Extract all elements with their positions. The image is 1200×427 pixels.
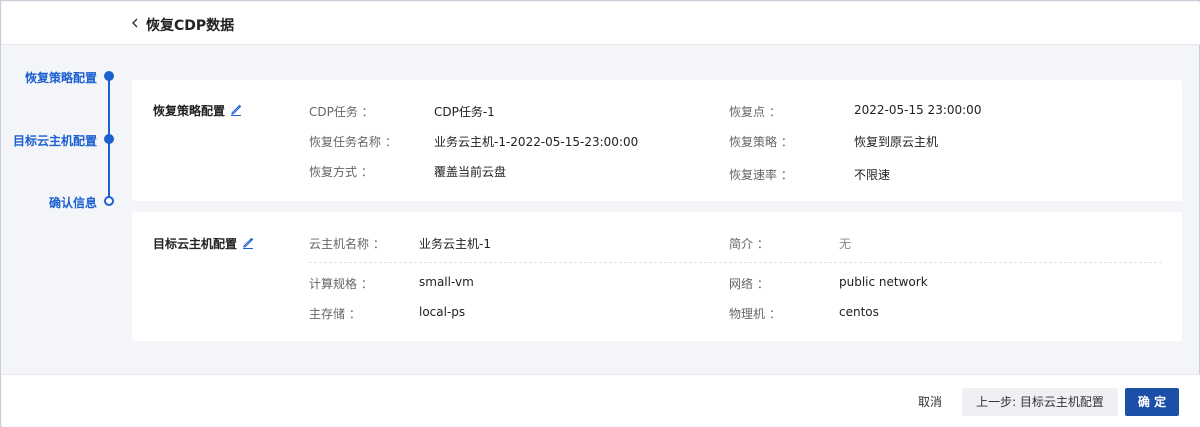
network-label: 网络 ： (729, 277, 769, 291)
spec-label: 计算规格 ： (309, 277, 373, 291)
rate-value: 不限速 (854, 168, 891, 182)
target-card: 目标云主机配置 云主机名称 ： 业务云主机-1 简介 ： 无 计算规格 ： sm… (132, 212, 1182, 341)
step-label-policy[interactable]: 恢复策略配置 (25, 69, 97, 86)
cancel-button[interactable]: 取消 (907, 388, 953, 416)
mode-label: 恢复方式 ： (309, 165, 373, 179)
target-card-title: 目标云主机配置 (153, 235, 254, 252)
target-card-title-text: 目标云主机配置 (153, 237, 238, 251)
chevron-left-icon[interactable] (129, 16, 141, 30)
vm-name-label: 云主机名称 ： (309, 237, 385, 251)
previous-step-button[interactable]: 上一步: 目标云主机配置 (962, 388, 1118, 416)
page-footer: 取消 上一步: 目标云主机配置 确 定 (2, 374, 1200, 427)
strategy-value: 恢复到原云主机 (854, 135, 939, 149)
vm-name-value: 业务云主机-1 (419, 237, 491, 251)
cdp-task-value: CDP任务-1 (434, 105, 495, 119)
desc-label: 简介 ： (729, 237, 769, 251)
strategy-label: 恢复策略 ： (729, 135, 793, 149)
step-dot-target[interactable] (104, 134, 114, 144)
step-dot-confirm[interactable] (104, 196, 114, 206)
task-name-value: 业务云主机-1-2022-05-15-23:00:00 (434, 135, 639, 149)
host-label: 物理机 ： (729, 307, 781, 321)
page-title: 恢复CDP数据 (146, 18, 235, 34)
task-name-label: 恢复任务名称 ： (309, 135, 397, 149)
policy-card-title-text: 恢复策略配置 (153, 104, 226, 118)
spec-value: small-vm (419, 275, 474, 289)
storage-label: 主存储 ： (309, 307, 361, 321)
step-dot-policy[interactable] (104, 71, 114, 81)
wizard-stepper: 恢复策略配置 目标云主机配置 确认信息 (1, 45, 131, 375)
network-value: public network (839, 275, 928, 289)
confirm-button[interactable]: 确 定 (1125, 388, 1179, 416)
host-value: centos (839, 305, 879, 319)
mode-value: 覆盖当前云盘 (434, 165, 507, 179)
storage-value: local-ps (419, 305, 466, 319)
step-label-confirm[interactable]: 确认信息 (49, 194, 97, 211)
policy-card: 恢复策略配置 CDP任务 ： CDP任务-1 恢复点 ： 2022-05-15 … (132, 80, 1182, 201)
rate-label: 恢复速率 ： (729, 168, 793, 182)
policy-card-title: 恢复策略配置 (153, 102, 242, 119)
restore-point-label: 恢复点 ： (729, 105, 781, 119)
restore-point-value: 2022-05-15 23:00:00 (854, 103, 982, 117)
edit-pencil-icon[interactable] (230, 104, 242, 116)
row-divider (309, 262, 1162, 263)
desc-value: 无 (839, 237, 852, 251)
app-frame: 恢复CDP数据 恢复策略配置 目标云主机配置 确认信息 恢复策略配置 CDP任务… (0, 0, 1200, 427)
step-label-target[interactable]: 目标云主机配置 (13, 132, 97, 149)
page-header: 恢复CDP数据 (2, 2, 1200, 45)
edit-pencil-icon[interactable] (242, 237, 254, 249)
cdp-task-label: CDP任务 ： (309, 105, 374, 119)
